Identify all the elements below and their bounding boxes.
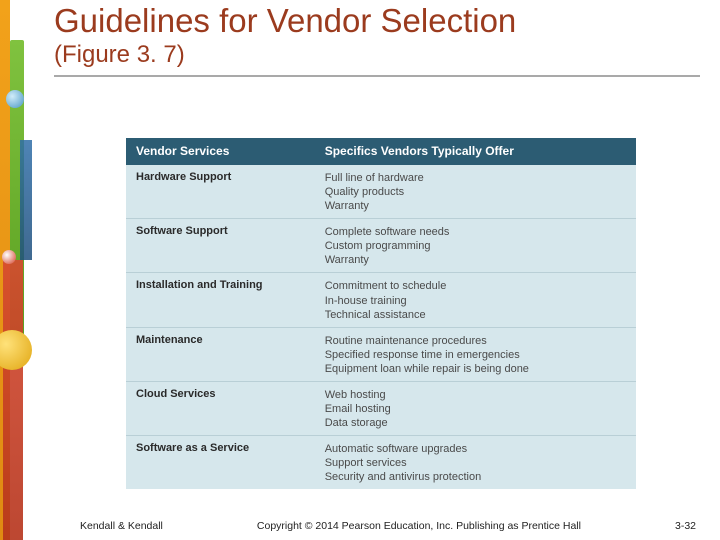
table-row: Cloud Services Web hosting Email hosting… [126,381,636,435]
title-divider [54,75,700,77]
service-cell: Hardware Support [126,165,315,219]
spec-item: Support services [325,456,626,470]
col-header-services: Vendor Services [126,138,315,165]
service-cell: Software Support [126,219,315,273]
table-row: Software Support Complete software needs… [126,219,636,273]
vendor-table: Vendor Services Specifics Vendors Typica… [126,138,636,489]
spec-item: Warranty [325,199,626,213]
spec-item: Complete software needs [325,225,626,239]
service-cell: Installation and Training [126,273,315,327]
footer-page-number: 3-32 [675,520,696,532]
spec-item: Equipment loan while repair is being don… [325,362,626,376]
spec-item: Security and antivirus protection [325,470,626,484]
footer-authors: Kendall & Kendall [80,520,163,532]
table-row: Installation and Training Commitment to … [126,273,636,327]
table-row: Hardware Support Full line of hardware Q… [126,165,636,219]
spec-item: Commitment to schedule [325,279,626,293]
table-row: Software as a Service Automatic software… [126,436,636,490]
spec-item: Data storage [325,416,626,430]
spec-item: Technical assistance [325,308,626,322]
slide-title: Guidelines for Vendor Selection [54,4,700,39]
spec-item: Quality products [325,185,626,199]
footer-copyright: Copyright © 2014 Pearson Education, Inc.… [163,520,675,532]
header-block: Guidelines for Vendor Selection (Figure … [54,4,700,77]
table-row: Maintenance Routine maintenance procedur… [126,327,636,381]
service-cell: Maintenance [126,327,315,381]
specifics-cell: Full line of hardware Quality products W… [315,165,636,219]
col-header-specifics: Specifics Vendors Typically Offer [315,138,636,165]
spec-item: Full line of hardware [325,171,626,185]
spec-item: In-house training [325,294,626,308]
spec-item: Routine maintenance procedures [325,334,626,348]
specifics-cell: Routine maintenance procedures Specified… [315,327,636,381]
spec-item: Custom programming [325,239,626,253]
footer: Kendall & Kendall Copyright © 2014 Pears… [0,520,720,532]
slide-subtitle: (Figure 3. 7) [54,41,700,69]
specifics-cell: Complete software needs Custom programmi… [315,219,636,273]
table-header-row: Vendor Services Specifics Vendors Typica… [126,138,636,165]
specifics-cell: Web hosting Email hosting Data storage [315,381,636,435]
service-cell: Cloud Services [126,381,315,435]
slide: Guidelines for Vendor Selection (Figure … [0,0,720,540]
decorative-sidebar [0,0,42,540]
specifics-cell: Commitment to schedule In-house training… [315,273,636,327]
spec-item: Specified response time in emergencies [325,348,626,362]
spec-item: Web hosting [325,388,626,402]
service-cell: Software as a Service [126,436,315,490]
spec-item: Automatic software upgrades [325,442,626,456]
spec-item: Email hosting [325,402,626,416]
specifics-cell: Automatic software upgrades Support serv… [315,436,636,490]
spec-item: Warranty [325,253,626,267]
